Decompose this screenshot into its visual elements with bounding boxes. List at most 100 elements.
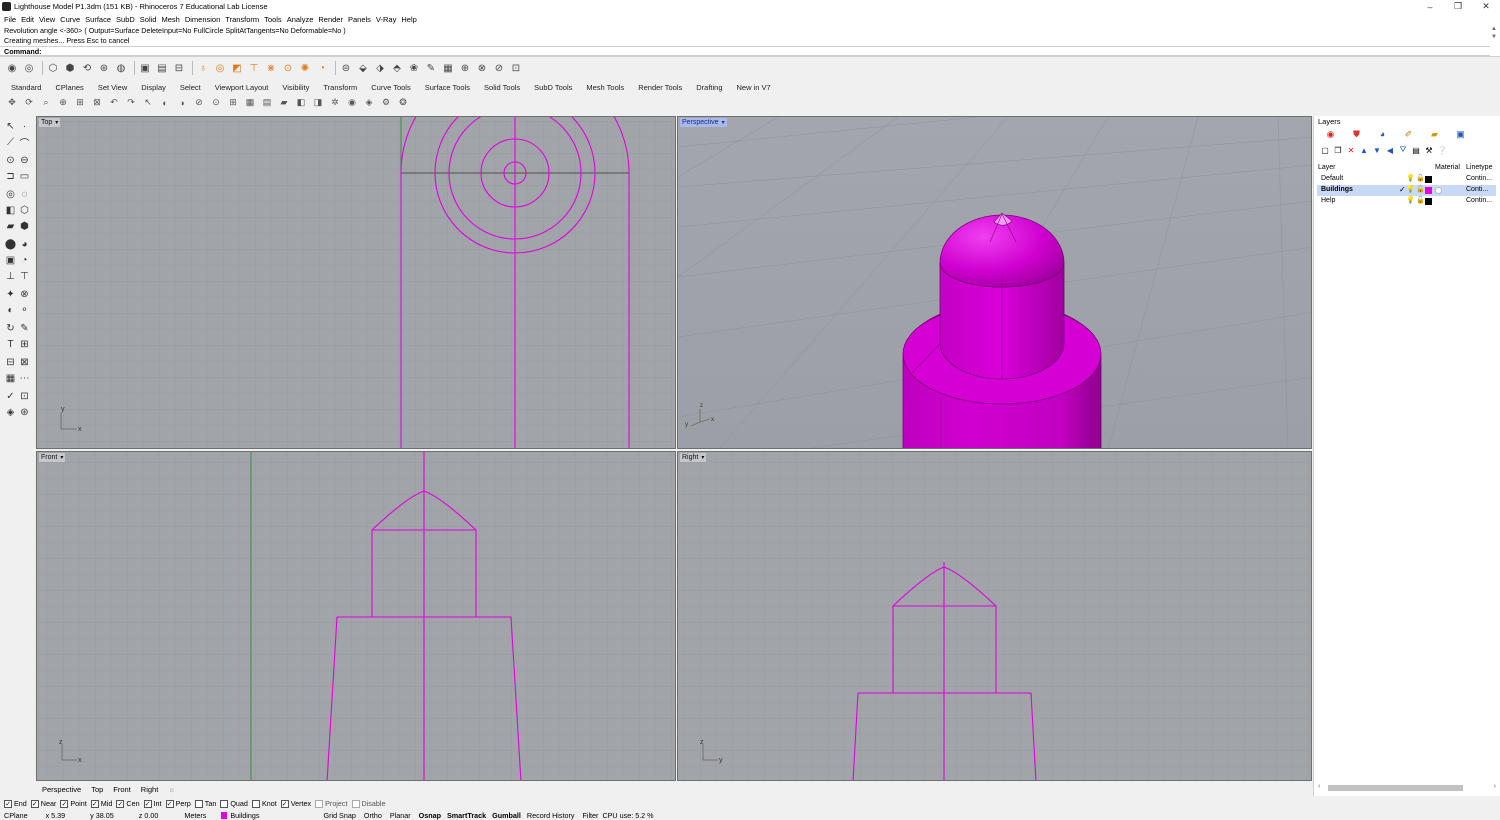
tab-select[interactable]: Select (180, 83, 201, 92)
scroll-left-icon[interactable]: ‹ (1318, 783, 1320, 790)
checkbox-icon[interactable]: ✓ (116, 799, 125, 808)
loft-icon[interactable]: ⬡ (18, 204, 31, 217)
menu-dimension[interactable]: Dimension (185, 15, 220, 24)
osnap-knot[interactable]: Knot (251, 799, 277, 808)
environment-tab-icon[interactable]: ▣ (1454, 128, 1467, 140)
explode-icon[interactable]: ✦ (4, 288, 17, 301)
split-icon[interactable]: ⊥ (4, 270, 17, 283)
status-layer[interactable]: Buildings (221, 811, 259, 820)
texture-icon[interactable]: ◈ (363, 97, 375, 109)
vp-tab-perspective[interactable]: Perspective (42, 785, 81, 794)
checkbox-icon[interactable]: ✓ (280, 799, 289, 808)
display-icon[interactable]: ▤ (155, 61, 169, 75)
material-icon[interactable]: ◉ (346, 97, 358, 109)
osnap-perp[interactable]: ✓ Perp (165, 799, 191, 808)
osnap-quad[interactable]: Quad (220, 799, 248, 808)
help-icon[interactable]: ❔ (1437, 145, 1447, 155)
restore-button[interactable]: ❐ (1444, 0, 1472, 13)
menu-help[interactable]: Help (401, 15, 416, 24)
rotate-icon[interactable]: ↻ (4, 322, 17, 335)
close-button[interactable]: ✕ (1472, 0, 1500, 13)
array-icon[interactable]: ⊞ (18, 338, 31, 351)
move-down-icon[interactable]: ▼ (1372, 145, 1382, 155)
column-material[interactable]: Material (1435, 164, 1460, 171)
checkbox-icon[interactable] (315, 799, 324, 808)
viewport-front[interactable]: z x Front ▾ (36, 451, 676, 781)
layer-row-buildings[interactable]: Buildings ✓ 💡 🔓 Conti... (1317, 185, 1496, 196)
viewport-top[interactable]: y x Top ▾ (36, 116, 676, 449)
tab-render-tools[interactable]: Render Tools (638, 83, 682, 92)
render-icon[interactable]: ⊜ (339, 61, 353, 75)
osnap-end[interactable]: ✓ End (4, 799, 27, 808)
point-icon[interactable]: · (18, 120, 31, 133)
osnap-int[interactable]: ✓ Int (143, 799, 162, 808)
show-icon[interactable]: ◑ (176, 97, 188, 109)
options-icon[interactable]: ⚙ (380, 97, 392, 109)
tab-display[interactable]: Display (141, 83, 166, 92)
folder-icon[interactable]: ▰ (278, 97, 290, 109)
menu-mesh[interactable]: Mesh (161, 15, 179, 24)
menu-tools[interactable]: Tools (264, 15, 282, 24)
checkbox-icon[interactable]: ✓ (143, 799, 152, 808)
menu-file[interactable]: File (4, 15, 16, 24)
tab-visibility[interactable]: Visibility (282, 83, 309, 92)
menu-subd[interactable]: SubD (116, 15, 135, 24)
add-viewport-tab-icon[interactable]: ☼ (168, 785, 175, 794)
layer-row-help[interactable]: Help 💡 🔓 Contin... (1317, 196, 1496, 207)
extrude-icon[interactable]: ◧ (4, 204, 17, 217)
new-layer-icon[interactable]: ▢ (1320, 145, 1330, 155)
osnap-cen[interactable]: ✓ Cen (116, 799, 140, 808)
grid-icon[interactable]: ▦ (4, 372, 17, 385)
tab-curve-tools[interactable]: Curve Tools (371, 83, 410, 92)
check-icon[interactable]: ✓ (4, 390, 17, 403)
checkbox-icon[interactable] (194, 799, 203, 808)
tab-drafting[interactable]: Drafting (696, 83, 722, 92)
layer-linetype[interactable]: Contin... (1466, 197, 1492, 204)
checkbox-icon[interactable] (351, 799, 360, 808)
layers-horizontal-scrollbar[interactable]: ‹ › (1318, 783, 1496, 792)
unlock-icon[interactable]: 🔓 (1416, 185, 1425, 193)
history-icon[interactable]: ⊗ (475, 61, 489, 75)
hide-icon[interactable]: ◐ (159, 97, 171, 109)
grid-icon[interactable]: ▦ (244, 97, 256, 109)
layer-linetype[interactable]: Conti... (1466, 186, 1488, 193)
tab-standard[interactable]: Standard (11, 83, 41, 92)
column-layer[interactable]: Layer (1318, 164, 1336, 171)
line-icon[interactable]: ⟋ (4, 136, 17, 149)
sphere-tool-icon[interactable]: ◔ (315, 61, 329, 75)
help-icon[interactable]: ❂ (397, 97, 409, 109)
scroll-right-icon[interactable]: › (1494, 783, 1496, 790)
arc-icon[interactable]: ⊖ (18, 154, 31, 167)
layer-row-default[interactable]: Default 💡 🔓 Contin... (1317, 174, 1496, 185)
box-icon[interactable]: ▣ (4, 254, 17, 267)
status-smarttrack[interactable]: SmartTrack (447, 811, 486, 820)
rectangle-icon[interactable]: ▭ (18, 170, 31, 183)
checkbox-icon[interactable]: ✓ (4, 799, 12, 808)
menu-edit[interactable]: Edit (21, 15, 34, 24)
open-file-icon[interactable]: ◎ (22, 61, 36, 75)
grasshopper-icon[interactable]: ✎ (424, 61, 438, 75)
menu-surface[interactable]: Surface (85, 15, 111, 24)
menu-analyze[interactable]: Analyze (287, 15, 314, 24)
rotate-view-icon[interactable]: ⟳ (23, 97, 35, 109)
tools-icon[interactable]: ⚒ (1424, 145, 1434, 155)
move-out-icon[interactable]: ◀ (1385, 145, 1395, 155)
vp-tab-right[interactable]: Right (141, 785, 159, 794)
vp-tab-front[interactable]: Front (113, 785, 131, 794)
revolve-icon[interactable]: ⬢ (18, 220, 31, 233)
status-grid-snap[interactable]: Grid Snap (323, 811, 355, 820)
fillet-icon[interactable]: ◐ (4, 304, 17, 317)
properties-tab-icon[interactable]: ◉ (1324, 128, 1337, 140)
group-icon[interactable]: ⊟ (4, 356, 17, 369)
osnap-disable[interactable]: Disable (351, 799, 385, 808)
tab-surface-tools[interactable]: Surface Tools (425, 83, 470, 92)
material-icon[interactable] (1435, 187, 1442, 194)
polyline-icon[interactable]: ⊐ (4, 170, 17, 183)
tab-transform[interactable]: Transform (323, 83, 357, 92)
target-icon[interactable]: ⊕ (458, 61, 472, 75)
checkbox-icon[interactable]: ✓ (30, 799, 39, 808)
menu-transform[interactable]: Transform (225, 15, 259, 24)
tab-new-in-v7[interactable]: New in V7 (737, 83, 771, 92)
tab-solid-tools[interactable]: Solid Tools (484, 83, 520, 92)
copy-icon[interactable]: ⟲ (80, 61, 94, 75)
